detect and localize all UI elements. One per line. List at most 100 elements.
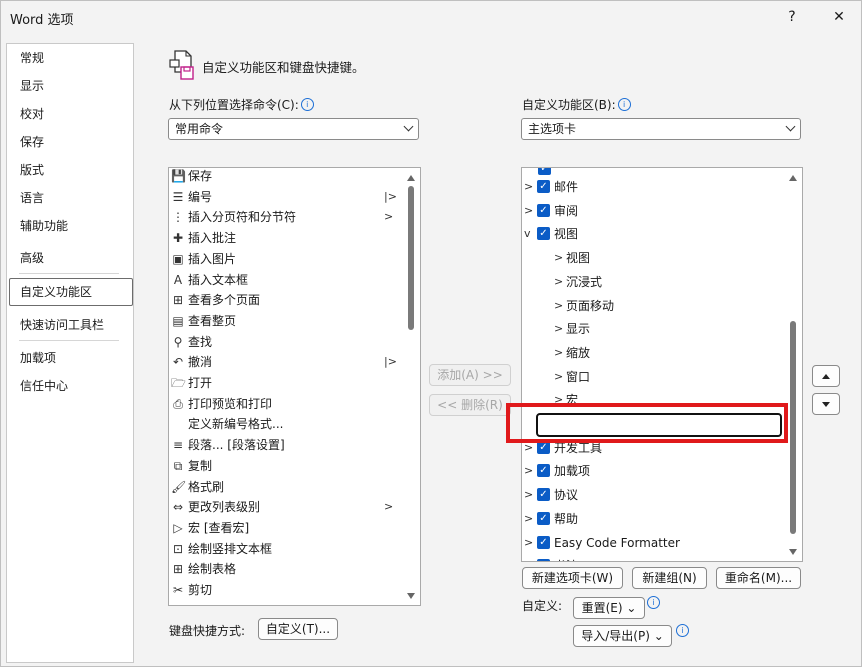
chevron-right-icon[interactable]: > <box>524 508 533 530</box>
chevron-right-icon[interactable]: > <box>554 342 563 364</box>
checkbox-checked[interactable]: ✓ <box>537 488 550 502</box>
command-list-item[interactable]: ⊡ 绘制竖排文本框 <box>171 539 401 559</box>
checkbox-checked[interactable]: ✓ <box>537 535 550 549</box>
command-list-item[interactable]: ▣ 插入图片 <box>171 249 401 269</box>
info-icon[interactable]: i <box>300 98 314 111</box>
ribbon-tree-item[interactable]: > 窗口 <box>522 366 782 388</box>
checkbox-checked[interactable]: ✓ <box>537 464 550 478</box>
ribbon-tree-scrollbar[interactable] <box>785 168 801 561</box>
info-icon[interactable]: i <box>617 98 631 111</box>
checkbox-checked[interactable]: ✓ <box>537 180 550 193</box>
nav-item-quick-access-toolbar[interactable]: 快速访问工具栏 <box>20 316 104 333</box>
ribbon-tabs-select[interactable]: 主选项卡 <box>521 118 801 140</box>
nav-item-language[interactable]: 语言 <box>20 189 44 206</box>
chevron-right-icon[interactable]: > <box>554 247 563 269</box>
ribbon-tree-item[interactable]: > 显示 <box>522 318 782 340</box>
add-button[interactable]: 添加(A) >> <box>429 364 511 386</box>
ribbon-tree-item[interactable]: > ✓ Easy Code Formatter <box>522 532 782 554</box>
chevron-right-icon[interactable]: > <box>554 271 563 293</box>
move-down-button[interactable] <box>812 393 840 415</box>
command-list-item[interactable]: 🖌 格式刷 <box>171 477 401 497</box>
chevron-right-icon[interactable]: > <box>554 295 563 317</box>
command-list-item[interactable]: ↶ 撤消 |> <box>171 352 401 372</box>
ribbon-tree-item[interactable]: > 页面移动 <box>522 295 782 317</box>
ribbon-tree-item[interactable]: > ✓ 审阅 <box>522 200 782 222</box>
chevron-down-icon[interactable]: v <box>524 223 531 245</box>
submenu-chevron-icon: |> <box>384 189 397 203</box>
command-list-item[interactable]: ≡ 段落... [段落设置] <box>171 435 401 455</box>
ribbon-tree-item[interactable]: > ✓ 帮助 <box>522 508 782 530</box>
checkbox-checked[interactable]: ✓ <box>537 203 550 217</box>
commands-from-select[interactable]: 常用命令 <box>168 118 419 140</box>
command-icon: ⇔ <box>172 500 184 515</box>
ribbon-tree-item[interactable]: v ✓ 视图 <box>522 223 782 245</box>
checkbox-checked[interactable]: ✓ <box>537 511 550 525</box>
command-list-item[interactable]: ⊞ 查看多个页面 <box>171 290 401 310</box>
close-button[interactable]: ✕ <box>825 5 853 29</box>
nav-item-trust-center[interactable]: 信任中心 <box>20 377 68 394</box>
commands-list-scrollbar[interactable] <box>403 168 419 605</box>
checkbox-checked[interactable]: ✓ <box>537 227 550 241</box>
nav-item-accessibility[interactable]: 辅助功能 <box>20 217 68 234</box>
command-list-item[interactable]: ✚ 插入批注 <box>171 228 401 248</box>
command-list-item[interactable]: ▷ 宏 [查看宏] <box>171 518 401 538</box>
commands-list[interactable]: 💾 保存 ☰ 编号 |> ⋮ 插入分页符和分节符 > ✚ 插入批注 ▣ 插入图片 A 插入文本框 ⊞ 查看多个… <box>168 167 421 606</box>
ribbon-tree-item[interactable]: > ✓ 邮件 <box>522 176 782 198</box>
scroll-up-icon <box>407 175 415 181</box>
scroll-thumb <box>408 186 414 330</box>
command-list-item[interactable]: A 插入文本框 <box>171 270 401 290</box>
command-list-item[interactable]: ⧉ 复制 <box>171 456 401 476</box>
checkbox-checked[interactable]: ✓ <box>538 168 551 175</box>
triangle-up-icon <box>822 374 830 379</box>
command-list-item[interactable]: 定义新编号格式... <box>171 414 401 434</box>
ribbon-tree-item[interactable]: ✓ 书法 <box>522 555 782 561</box>
command-list-item[interactable]: ☰ 编号 |> <box>171 187 401 207</box>
nav-item-layout[interactable]: 版式 <box>20 161 44 178</box>
chevron-right-icon[interactable]: > <box>524 532 533 554</box>
nav-item-customize-ribbon[interactable]: 自定义功能区 <box>20 283 92 300</box>
command-list-item[interactable]: ⊞ 绘制表格 <box>171 559 401 579</box>
nav-item-general[interactable]: 常规 <box>20 49 44 66</box>
checkbox-checked[interactable]: ✓ <box>537 559 550 561</box>
nav-item-proofing[interactable]: 校对 <box>20 105 44 122</box>
command-list-item[interactable]: ⇔ 更改列表级别 > <box>171 497 401 517</box>
nav-item-display[interactable]: 显示 <box>20 77 44 94</box>
ribbon-tree-item[interactable]: > 视图 <box>522 247 782 269</box>
command-list-item[interactable]: 🗁 打开 <box>171 373 401 393</box>
new-group-button[interactable]: 新建组(N) <box>632 567 707 589</box>
command-label: 段落... [段落设置] <box>188 438 285 453</box>
customize-keyboard-button[interactable]: 自定义(T)... <box>258 618 338 640</box>
move-up-button[interactable] <box>812 365 840 387</box>
help-button[interactable]: ? <box>778 5 806 29</box>
ribbon-tabs-value: 主选项卡 <box>528 122 577 136</box>
command-list-item[interactable]: ▤ 查看整页 <box>171 311 401 331</box>
chevron-right-icon[interactable]: > <box>524 484 533 506</box>
command-list-item[interactable]: 💾 保存 <box>171 168 401 186</box>
import-export-button[interactable]: 导入/导出(P) ⌄ <box>573 625 672 647</box>
ribbon-tree-item[interactable]: > 缩放 <box>522 342 782 364</box>
info-icon[interactable]: i <box>647 596 660 609</box>
command-list-item[interactable]: ⎙ 打印预览和打印 <box>171 394 401 414</box>
command-list-item[interactable]: ⋮ 插入分页符和分节符 > <box>171 207 401 227</box>
ribbon-tree[interactable]: ✓ >✓邮件>✓审阅v✓视图>视图>沉浸式>页面移动>显示>缩放>窗口>宏>Sh… <box>521 167 803 562</box>
nav-item-save[interactable]: 保存 <box>20 133 44 150</box>
command-list-item[interactable]: ✂ 剪切 <box>171 580 401 600</box>
chevron-right-icon[interactable]: > <box>524 460 533 482</box>
info-icon[interactable]: i <box>676 624 689 637</box>
chevron-right-icon[interactable]: > <box>524 200 533 222</box>
rename-button[interactable]: 重命名(M)... <box>716 567 801 589</box>
command-list-item[interactable]: ⚲ 查找 <box>171 332 401 352</box>
chevron-right-icon[interactable]: > <box>554 366 563 388</box>
new-tab-button[interactable]: 新建选项卡(W) <box>522 567 623 589</box>
nav-item-addins[interactable]: 加载项 <box>20 349 56 366</box>
chevron-right-icon[interactable]: > <box>524 176 533 198</box>
ribbon-tree-item[interactable]: > 沉浸式 <box>522 271 782 293</box>
ribbon-tree-item[interactable]: > ✓ 协议 <box>522 484 782 506</box>
reset-button[interactable]: 重置(E) ⌄ <box>573 597 645 619</box>
command-icon <box>171 417 185 431</box>
remove-button[interactable]: << 删除(R) <box>429 394 511 416</box>
ribbon-tree-item[interactable]: > ✓ 加载项 <box>522 460 782 482</box>
command-icon: ✂ <box>172 583 184 597</box>
nav-item-advanced[interactable]: 高级 <box>20 249 44 266</box>
chevron-right-icon[interactable]: > <box>554 318 563 340</box>
